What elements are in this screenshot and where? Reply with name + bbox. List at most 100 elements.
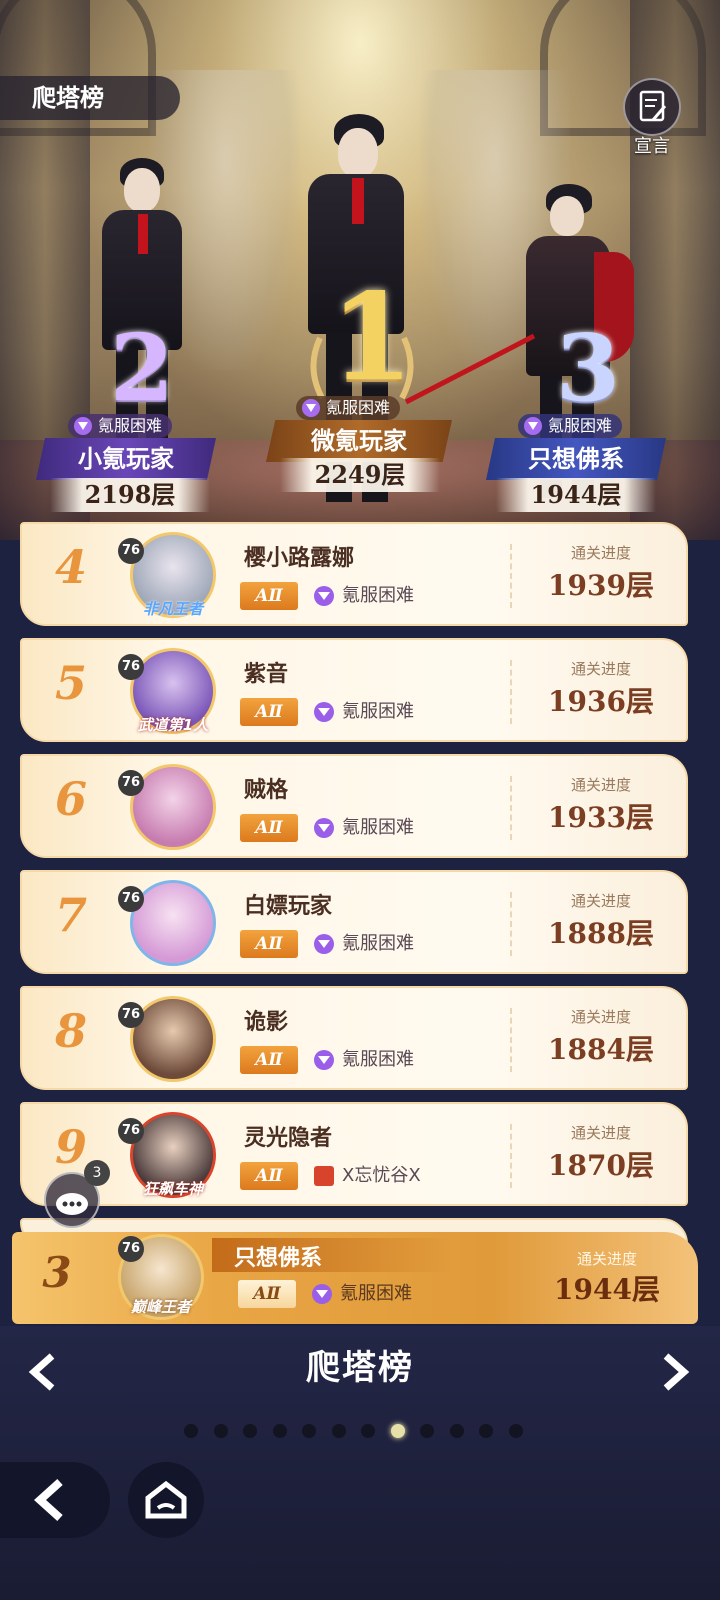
- list-item[interactable]: 8 76 诡影 AⅡ 氪服困难 通关进度 1884层: [20, 986, 688, 1090]
- rank-number: 5: [54, 656, 87, 710]
- page-dot[interactable]: [361, 1424, 375, 1438]
- progress-label: 通关进度: [576, 1250, 637, 1268]
- page-dot[interactable]: [479, 1424, 493, 1438]
- board-title: 爬塔榜: [306, 1348, 414, 1388]
- back-button[interactable]: [0, 1462, 110, 1538]
- grade-badge: AⅡ: [240, 1046, 298, 1074]
- podium-name-1[interactable]: 微氪玩家: [266, 420, 452, 462]
- divider: [510, 1008, 512, 1072]
- avatar-frame-title: 武道第1人: [137, 716, 209, 734]
- progress-value: 1870层: [548, 1149, 654, 1182]
- player-name[interactable]: 贼格: [244, 772, 288, 804]
- grade-badge: AⅡ: [238, 1280, 296, 1308]
- gem-icon: [314, 702, 334, 722]
- gem-icon: [312, 1284, 332, 1304]
- podium-difficulty-1: 氪服困难: [296, 396, 401, 420]
- server-tag: 氪服困难: [314, 698, 414, 726]
- podium-rank-2: 2: [110, 314, 175, 422]
- progress-value: 1939层: [548, 569, 654, 602]
- progress-value: 1884层: [548, 1033, 654, 1066]
- level-badge: 76: [118, 1002, 144, 1028]
- player-name[interactable]: 只想佛系: [234, 1240, 322, 1272]
- page-dot[interactable]: [390, 1424, 405, 1438]
- declare-button[interactable]: 宣言: [620, 78, 684, 157]
- prev-board-button[interactable]: [22, 1350, 62, 1394]
- podium-difficulty-3: 氪服困难: [518, 414, 623, 438]
- rank-number: 8: [54, 1004, 87, 1058]
- list-item[interactable]: 4 76 非凡王者 樱小路露娜 AⅡ 氪服困难 通关进度 1939层: [20, 522, 688, 626]
- avatar-frame-title: 狂飙车神: [142, 1180, 203, 1198]
- player-name[interactable]: 灵光隐者: [244, 1120, 332, 1152]
- progress-label: 通关进度: [570, 544, 631, 562]
- next-board-button[interactable]: [656, 1350, 696, 1394]
- back-arrow-icon: [34, 1479, 63, 1521]
- progress-label: 通关进度: [570, 1124, 631, 1142]
- gem-icon: [314, 1050, 334, 1070]
- list-item[interactable]: 9 76 狂飙车神 灵光隐者 AⅡ X忘忧谷X 通关进度 1870层: [20, 1102, 688, 1206]
- level-badge: 76: [118, 886, 144, 912]
- level-badge: 76: [118, 654, 144, 680]
- page-dot[interactable]: [213, 1424, 228, 1438]
- avatar-frame-title: 巅峰王者: [130, 1298, 191, 1316]
- home-icon: [145, 1480, 187, 1519]
- progress-value: 1933层: [548, 801, 654, 834]
- home-button[interactable]: [128, 1462, 204, 1538]
- progress-label: 通关进度: [570, 892, 631, 910]
- rank-number: 4: [54, 540, 87, 594]
- level-badge: 76: [118, 1118, 144, 1144]
- page-dot[interactable]: [331, 1424, 346, 1438]
- divider: [510, 660, 512, 724]
- chat-unread-count: 3: [84, 1160, 110, 1186]
- level-badge: 76: [118, 1236, 144, 1262]
- page-dot[interactable]: [302, 1424, 316, 1438]
- divider: [510, 776, 512, 840]
- gem-icon: [314, 934, 334, 954]
- progress-value: 1944层: [554, 1273, 660, 1306]
- podium-floor-2: 2198层: [50, 478, 210, 512]
- player-name[interactable]: 白嫖玩家: [244, 888, 332, 920]
- progress-label: 通关进度: [570, 1008, 631, 1026]
- server-tag: X忘忧谷X: [314, 1162, 421, 1190]
- grade-badge: AⅡ: [240, 814, 298, 842]
- rank-number: 6: [54, 772, 87, 826]
- grade-badge: AⅡ: [240, 930, 298, 958]
- level-badge: 76: [118, 538, 144, 564]
- grade-badge: AⅡ: [240, 1162, 298, 1190]
- player-name[interactable]: 紫音: [244, 656, 288, 688]
- rank-number: 7: [54, 888, 87, 942]
- my-rank-row[interactable]: 3 76 巅峰王者 只想佛系 AⅡ 氪服困难 通关进度 1944层: [12, 1232, 698, 1324]
- gem-icon: [302, 399, 320, 417]
- divider: [510, 892, 512, 956]
- page-dot[interactable]: [508, 1424, 523, 1438]
- page-dot[interactable]: [449, 1424, 464, 1438]
- list-item[interactable]: 6 76 贼格 AⅡ 氪服困难 通关进度 1933层: [20, 754, 688, 858]
- progress-value: 1936层: [548, 685, 654, 718]
- page-dot[interactable]: [243, 1424, 257, 1438]
- list-item[interactable]: 5 76 武道第1人 紫音 AⅡ 氪服困难 通关进度 1936层: [20, 638, 688, 742]
- podium-name-2[interactable]: 小氪玩家: [36, 438, 216, 480]
- player-name[interactable]: 樱小路露娜: [244, 540, 354, 572]
- player-name[interactable]: 诡影: [244, 1004, 288, 1036]
- page-title: 爬塔榜: [0, 76, 180, 120]
- podium-floor-1: 2249层: [280, 458, 440, 492]
- podium-name-3[interactable]: 只想佛系: [486, 438, 666, 480]
- grade-badge: AⅡ: [240, 698, 298, 726]
- page-dot[interactable]: [420, 1424, 434, 1438]
- page-dot[interactable]: [184, 1424, 198, 1438]
- list-item[interactable]: 7 76 白嫖玩家 AⅡ 氪服困难 通关进度 1888层: [20, 870, 688, 974]
- server-tag: 氪服困难: [314, 814, 414, 842]
- divider: [510, 1124, 512, 1188]
- server-tag: 氪服困难: [314, 930, 414, 958]
- page-dot[interactable]: [272, 1424, 287, 1438]
- chevron-right-icon: [663, 1353, 690, 1391]
- progress-label: 通关进度: [570, 660, 631, 678]
- gem-icon: [524, 417, 542, 435]
- podium-floor-3: 1944层: [496, 478, 656, 512]
- podium-rank-3: 3: [556, 314, 621, 422]
- podium-difficulty-2: 氪服困难: [68, 414, 173, 438]
- avatar-frame-title: 非凡王者: [142, 600, 203, 618]
- my-rank-number: 3: [42, 1248, 72, 1297]
- server-flag-icon: [314, 1166, 334, 1186]
- gem-icon: [314, 586, 334, 606]
- gem-icon: [74, 417, 92, 435]
